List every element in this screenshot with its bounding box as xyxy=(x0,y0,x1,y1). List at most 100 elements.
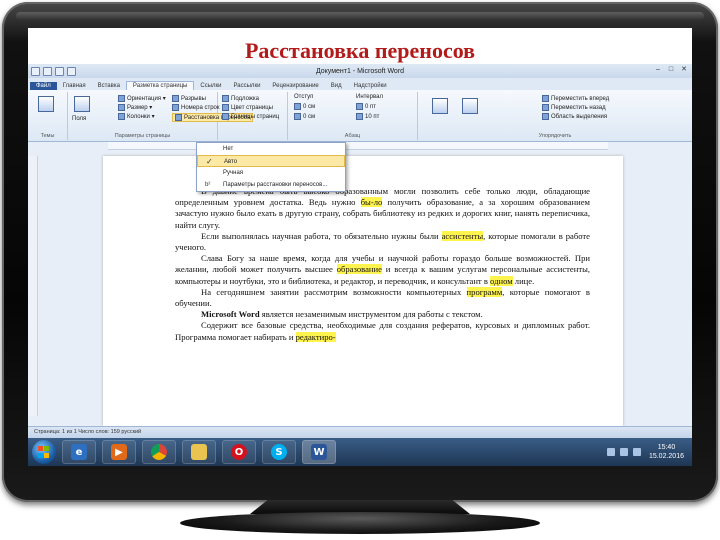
horizontal-ruler[interactable] xyxy=(108,142,608,150)
hyphenation-option-manual-label: Ручная xyxy=(223,170,244,176)
hyphenation-option-none[interactable]: Нет xyxy=(197,143,345,155)
margins-button[interactable]: Поля xyxy=(72,116,86,122)
tab-view[interactable]: Вид xyxy=(325,82,348,90)
system-tray: 15:40 15.02.2016 xyxy=(602,443,692,461)
taskbar-skype[interactable]: S xyxy=(262,440,296,464)
columns-button[interactable]: Колонки ▾ xyxy=(118,113,155,120)
taskbar-explorer[interactable]: e xyxy=(62,440,96,464)
bold-text: Microsoft Word xyxy=(201,309,260,320)
chrome-icon xyxy=(151,444,167,460)
tab-file[interactable]: Файл xyxy=(30,82,57,90)
document-page[interactable]: В давние времена быть высоко образованны… xyxy=(103,156,623,426)
page-setup-group-label: Параметры страницы xyxy=(114,133,171,139)
vertical-ruler[interactable] xyxy=(28,156,38,416)
flag-icon[interactable] xyxy=(632,448,641,456)
orientation-button[interactable]: Ориентация ▾ xyxy=(118,95,166,102)
tab-references[interactable]: Ссылки xyxy=(194,82,227,90)
hyphenation-option-auto[interactable]: ✓ Авто xyxy=(197,155,345,167)
themes-group: Темы xyxy=(28,92,68,140)
columns-label: Колонки xyxy=(127,114,150,121)
paragraph: На сегодняшнем занятии рассмотрим возмож… xyxy=(175,286,590,309)
hyphenation-option-manual[interactable]: Ручная xyxy=(197,167,345,179)
tab-mailings[interactable]: Рассылки xyxy=(227,82,266,90)
title-bar: Документ1 - Microsoft Word – □ ✕ xyxy=(28,64,692,78)
volume-icon[interactable] xyxy=(619,448,628,456)
tab-insert[interactable]: Вставка xyxy=(92,82,126,90)
window-title: Документ1 - Microsoft Word xyxy=(315,67,405,75)
paragraph: Содержит все базовые средства, необходим… xyxy=(175,320,590,342)
indent-left-field[interactable]: 0 см xyxy=(294,103,315,110)
watermark-icon xyxy=(222,95,229,102)
clock[interactable]: 15:40 15.02.2016 xyxy=(649,443,684,461)
send-backward-button[interactable]: Переместить назад xyxy=(542,104,606,111)
taskbar-folder[interactable] xyxy=(182,440,216,464)
spacing-before-field[interactable]: 0 пт xyxy=(356,103,376,110)
tab-home[interactable]: Главная xyxy=(57,82,92,90)
page-borders-button[interactable]: Границы страниц xyxy=(222,113,279,120)
spacing-after-field[interactable]: 10 пт xyxy=(356,113,379,120)
highlighted-text: программ xyxy=(466,286,503,297)
bring-forward-button[interactable]: Переместить вперед xyxy=(542,95,609,102)
breaks-label: Разрывы xyxy=(181,96,206,103)
selection-pane-button[interactable]: Область выделения xyxy=(542,113,607,120)
tab-review[interactable]: Рецензирование xyxy=(266,82,324,90)
line-numbers-label: Номера строк xyxy=(181,105,220,112)
line-numbers-button[interactable]: Номера строк xyxy=(172,104,220,111)
hyphenation-option-auto-label: Авто xyxy=(224,159,238,165)
breaks-button[interactable]: Разрывы xyxy=(172,95,206,102)
page-setup-group: Поля Ориентация ▾ Размер ▾ Колонки ▾ Раз… xyxy=(68,92,254,140)
maximize-button[interactable]: □ xyxy=(665,65,677,75)
highlighted-text: одном xyxy=(490,275,513,286)
page-color-button[interactable]: Цвет страницы xyxy=(222,104,273,111)
taskbar-media-player[interactable]: ▶ xyxy=(102,440,136,464)
watermark-label: Подложка xyxy=(231,96,259,103)
network-icon[interactable] xyxy=(606,448,615,456)
orientation-icon xyxy=(118,95,125,102)
watermark-button[interactable]: Подложка xyxy=(222,95,259,102)
tab-page-layout[interactable]: Разметка страницы xyxy=(125,81,195,90)
ribbon: Темы Поля Ориентация ▾ Размер ▾ Колонки … xyxy=(28,90,692,142)
highlighted-text: ассистенты xyxy=(441,230,484,241)
send-backward-label: Переместить назад xyxy=(551,105,606,112)
bezel-shine xyxy=(16,12,704,20)
indent-right-field[interactable]: 0 см xyxy=(294,113,315,120)
position-icon[interactable] xyxy=(432,98,448,114)
windows-logo-icon xyxy=(44,446,49,451)
document-body[interactable]: В давние времена быть высоко образованны… xyxy=(175,186,590,343)
hyphenation-settings-icon: b² xyxy=(205,182,211,188)
spacing-heading: Интервал xyxy=(356,94,383,100)
themes-icon[interactable] xyxy=(38,96,54,112)
spacing-after-icon xyxy=(356,113,363,120)
hyphenation-options-link[interactable]: b² Параметры расстановки переносов... xyxy=(197,179,345,191)
columns-icon xyxy=(118,113,125,120)
minimize-button[interactable]: – xyxy=(652,65,664,75)
line-numbers-icon xyxy=(172,104,179,111)
text-run: Содержит все базовые средства, необходим… xyxy=(175,320,590,342)
text-run: является незаменимым инструментом для ра… xyxy=(259,309,483,320)
spacing-before-icon xyxy=(356,103,363,110)
highlighted-text: образование xyxy=(336,264,382,275)
taskbar-opera[interactable]: O xyxy=(222,440,256,464)
selection-pane-label: Область выделения xyxy=(551,114,608,121)
close-button[interactable]: ✕ xyxy=(678,65,690,75)
text-run: Если выполнялась научная работа, то обяз… xyxy=(201,230,442,241)
folder-icon xyxy=(191,444,207,460)
slide-title: Расстановка переносов xyxy=(244,38,476,63)
paragraph-group: Отступ 0 см 0 см Интервал 0 пт 10 пт Абз… xyxy=(288,92,418,140)
size-icon xyxy=(118,104,125,111)
indent-right-value: 0 см xyxy=(303,114,316,121)
hyphenation-option-none-label: Нет xyxy=(223,146,234,152)
windows-logo-icon xyxy=(44,452,49,458)
text-run: На сегодняшнем занятии рассмотрим возмож… xyxy=(201,286,467,297)
taskbar-word[interactable]: W xyxy=(302,440,336,464)
taskbar-chrome[interactable] xyxy=(142,440,176,464)
indent-heading: Отступ xyxy=(294,94,314,100)
size-button[interactable]: Размер ▾ xyxy=(118,104,152,111)
start-button[interactable] xyxy=(32,440,56,464)
tab-addins[interactable]: Надстройки xyxy=(348,82,393,90)
margins-icon[interactable] xyxy=(74,96,90,112)
opera-icon: O xyxy=(231,444,247,460)
paragraph: Если выполнялась научная работа, то обяз… xyxy=(175,230,590,253)
wrap-text-icon[interactable] xyxy=(462,98,478,114)
media-player-icon: ▶ xyxy=(111,444,127,460)
